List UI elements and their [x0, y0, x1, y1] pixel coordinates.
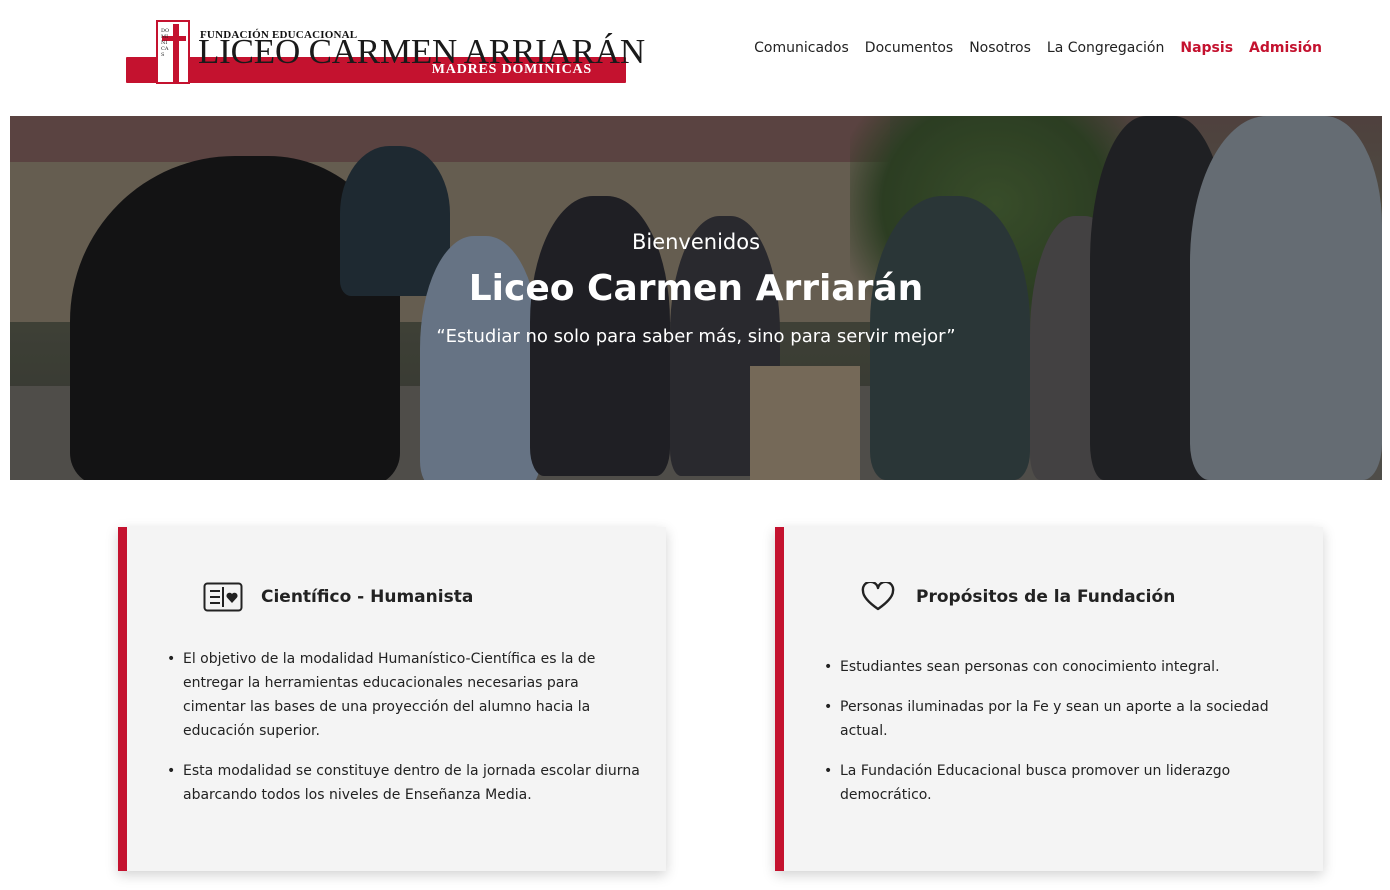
list-item: Esta modalidad se constituye dentro de l…: [167, 759, 643, 807]
card-list: El objetivo de la modalidad Humanístico-…: [167, 647, 643, 823]
hero-banner: Bienvenidos Liceo Carmen Arriarán “Estud…: [10, 116, 1382, 480]
nav-la-congregacion[interactable]: La Congregación: [1047, 40, 1164, 56]
nav-comunicados[interactable]: Comunicados: [754, 40, 849, 56]
card-cientifico-humanista: Científico - Humanista El objetivo de la…: [118, 527, 666, 871]
site-logo[interactable]: DOMINICAS FUNDACIÓN EDUCACIONAL LICEO CA…: [126, 20, 645, 86]
hero-title: Liceo Carmen Arriarán: [468, 268, 924, 309]
list-item: Estudiantes sean personas con conocimien…: [824, 655, 1300, 679]
site-header: DOMINICAS FUNDACIÓN EDUCACIONAL LICEO CA…: [0, 0, 1390, 116]
heart-icon: [858, 581, 898, 613]
hero-text-block: Bienvenidos Liceo Carmen Arriarán “Estud…: [10, 116, 1382, 480]
nav-nosotros[interactable]: Nosotros: [969, 40, 1031, 56]
logo-cross-emblem: DOMINICAS: [156, 20, 190, 84]
list-item: La Fundación Educacional busca promover …: [824, 759, 1300, 807]
hero-kicker: Bienvenidos: [631, 230, 761, 254]
nav-admision[interactable]: Admisión: [1249, 40, 1322, 56]
main-nav: Comunicados Documentos Nosotros La Congr…: [754, 40, 1322, 56]
nav-napsis[interactable]: Napsis: [1180, 40, 1233, 56]
cross-icon: [173, 24, 179, 82]
list-item: El objetivo de la modalidad Humanístico-…: [167, 647, 643, 743]
logo-side-text: DOMINICAS: [161, 28, 170, 58]
card-propositos-fundacion: Propósitos de la Fundación Estudiantes s…: [775, 527, 1323, 871]
card-title: Propósitos de la Fundación: [916, 587, 1176, 607]
id-card-heart-icon: [203, 581, 243, 613]
card-title: Científico - Humanista: [261, 587, 474, 607]
nav-documentos[interactable]: Documentos: [865, 40, 953, 56]
logo-sub-text: MADRES DOMINICAS: [431, 62, 592, 77]
hero-quote: “Estudiar no solo para saber más, sino p…: [436, 326, 956, 347]
card-header: Propósitos de la Fundación: [858, 581, 1175, 613]
card-header: Científico - Humanista: [203, 581, 473, 613]
card-list: Estudiantes sean personas con conocimien…: [824, 655, 1300, 823]
list-item: Personas iluminadas por la Fe y sean un …: [824, 695, 1300, 743]
